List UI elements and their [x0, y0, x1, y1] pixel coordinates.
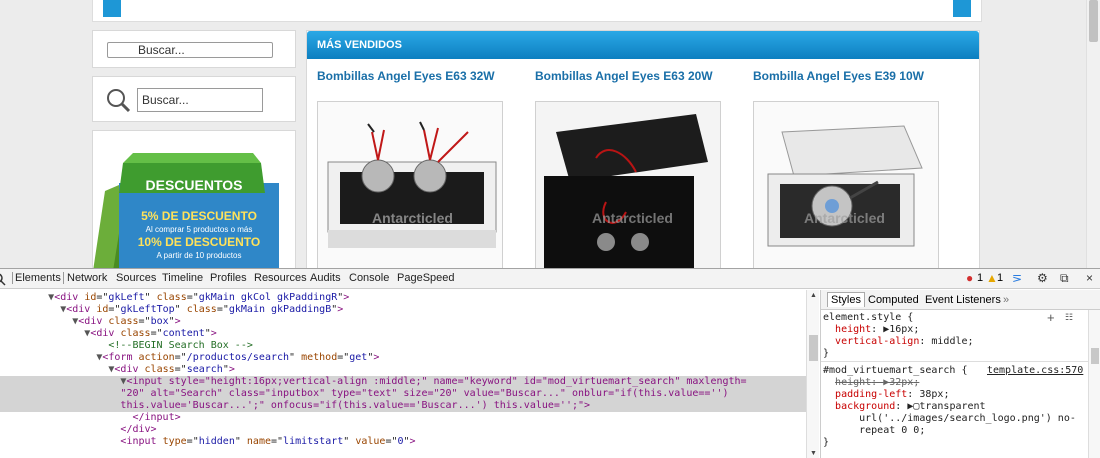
- search-icon: [107, 89, 131, 113]
- tab-network[interactable]: Network: [67, 272, 107, 284]
- dom-node[interactable]: ▼<div id="gkLeft" class="gkMain gkCol gk…: [0, 292, 806, 304]
- product-image[interactable]: Antarcticled: [535, 101, 721, 268]
- image-watermark: Antarcticled: [592, 210, 673, 226]
- web-page: Buscar... Buscar... DESCUENTOS 5% DE DES…: [0, 0, 1100, 268]
- scroll-down-arrow-icon[interactable]: ▼: [810, 450, 817, 457]
- style-prop-height[interactable]: height: ▶16px;: [823, 324, 919, 336]
- tab-sources[interactable]: Sources: [116, 272, 156, 284]
- top-banner-strip: [92, 0, 982, 22]
- styles-scrollbar-thumb[interactable]: [1091, 348, 1099, 364]
- dom-node-selected[interactable]: "20" alt="Search" class="inputbox" type=…: [0, 388, 806, 400]
- dom-node-selected[interactable]: ▼<input style="height:16px;vertical-alig…: [0, 376, 806, 388]
- product-image[interactable]: Antarcticled: [317, 101, 503, 268]
- error-count[interactable]: 1: [977, 272, 983, 284]
- dom-node[interactable]: </div>: [0, 424, 806, 436]
- elements-scrollbar-thumb[interactable]: [809, 335, 818, 361]
- promo-line-2: Al comprar 5 productos o más: [145, 225, 253, 234]
- promo-line-3: 10% DE DESCUENTO: [137, 235, 261, 249]
- drawer-toggle-icon[interactable]: ⋝: [1012, 271, 1022, 285]
- error-icon[interactable]: ●: [966, 271, 973, 285]
- close-devtools-icon[interactable]: ×: [1086, 271, 1093, 285]
- style-prop-vertical-align[interactable]: vertical-align: middle;: [823, 336, 974, 348]
- banner-square-left: [103, 0, 121, 17]
- product-card[interactable]: Bombillas Angel Eyes E63 20W Antarcticle…: [535, 69, 745, 268]
- dom-node[interactable]: </input>: [0, 412, 806, 424]
- rule-prop-height[interactable]: height: ▶32px;: [823, 377, 919, 389]
- search-box-2: Buscar...: [92, 76, 296, 122]
- element-style-selector: element.style {: [823, 312, 914, 323]
- tab-pagespeed[interactable]: PageSpeed: [397, 272, 455, 284]
- dom-node[interactable]: <input type="hidden" name="limitstart" v…: [0, 436, 806, 448]
- search-box-1: Buscar...: [92, 30, 296, 68]
- banner-square-right: [953, 0, 971, 17]
- tab-profiles[interactable]: Profiles: [210, 272, 247, 284]
- product-title[interactable]: Bombillas Angel Eyes E63 20W: [535, 69, 745, 83]
- best-sellers-module: MÁS VENDIDOS Bombillas Angel Eyes E63 32…: [306, 30, 980, 268]
- product-card[interactable]: Bombillas Angel Eyes E63 32W Antarcticle…: [317, 69, 527, 268]
- dom-node[interactable]: ▼<form action="/productos/search" method…: [0, 352, 806, 364]
- rule-prop-background-cont-2: repeat 0 0;: [859, 425, 926, 436]
- product-title[interactable]: Bombilla Angel Eyes E39 10W: [753, 69, 963, 83]
- tab-computed[interactable]: Computed: [868, 294, 919, 306]
- styles-scrollbar[interactable]: [1088, 310, 1100, 458]
- styles-sidebar-tabs: Styles Computed Event Listeners »: [821, 290, 1100, 310]
- promo-title: DESCUENTOS: [145, 177, 243, 193]
- page-scrollbar[interactable]: [1086, 0, 1100, 268]
- devtools-panel: Elements Network Sources Timeline Profil…: [0, 268, 1100, 458]
- dom-node[interactable]: <!--BEGIN Search Box -->: [0, 340, 806, 352]
- page-scrollbar-thumb[interactable]: [1089, 0, 1098, 42]
- dock-side-icon[interactable]: ⧉: [1060, 271, 1069, 286]
- image-watermark: Antarcticled: [372, 210, 453, 226]
- settings-gear-icon[interactable]: ⚙: [1037, 271, 1048, 285]
- rule-selector: #mod_virtuemart_search {: [823, 365, 968, 376]
- elements-scrollbar[interactable]: ▲ ▼: [806, 290, 819, 458]
- tab-resources[interactable]: Resources: [254, 272, 307, 284]
- dom-node[interactable]: ▼<div class="content">: [0, 328, 806, 340]
- rule-prop-background[interactable]: background: ▶▢transparent: [823, 401, 986, 413]
- rule-close-brace: }: [823, 348, 830, 359]
- devtools-toolbar: Elements Network Sources Timeline Profil…: [0, 269, 1100, 289]
- search-input-1[interactable]: Buscar...: [107, 42, 273, 58]
- product-image[interactable]: Antarcticled: [753, 101, 939, 268]
- tab-elements[interactable]: Elements: [12, 272, 64, 284]
- tab-timeline[interactable]: Timeline: [162, 272, 203, 284]
- add-rule-icon[interactable]: +: [1047, 310, 1055, 325]
- dom-node[interactable]: ▼<div class="box">: [0, 316, 806, 328]
- dom-node[interactable]: ▼<div id="gkLeftTop" class="gkMain gkPad…: [0, 304, 806, 316]
- rule-source-link[interactable]: template.css:570: [987, 365, 1083, 377]
- tab-console[interactable]: Console: [349, 272, 389, 284]
- product-title[interactable]: Bombillas Angel Eyes E63 32W: [317, 69, 527, 83]
- dom-node-selected[interactable]: this.value='Buscar...';" onfocus="if(thi…: [0, 400, 806, 412]
- rule-close-brace: }: [823, 437, 830, 448]
- rule-prop-padding-left[interactable]: padding-left: 38px;: [823, 389, 949, 401]
- inspect-search-icon[interactable]: [0, 272, 6, 286]
- tab-event-listeners[interactable]: Event Listeners: [925, 294, 1001, 306]
- tab-more-chevron[interactable]: »: [1003, 294, 1009, 306]
- tab-styles[interactable]: Styles: [827, 292, 865, 307]
- best-sellers-header: MÁS VENDIDOS: [307, 31, 979, 59]
- promo-line-4: A partir de 10 productos: [156, 251, 242, 260]
- rule-prop-background-cont-1: url('../images/search_logo.png') no-: [859, 413, 1076, 424]
- search-input-2[interactable]: Buscar...: [137, 88, 263, 112]
- image-watermark: Antarcticled: [804, 210, 885, 226]
- rule-divider: [821, 361, 1089, 362]
- dom-node[interactable]: ▼<div class="search">: [0, 364, 806, 376]
- toggle-state-icon[interactable]: ☷: [1065, 312, 1073, 323]
- promo-line-1: 5% DE DESCUENTO: [141, 209, 257, 223]
- styles-sidebar: Styles Computed Event Listeners » elemen…: [820, 290, 1100, 458]
- warning-count[interactable]: 1: [997, 272, 1003, 284]
- tab-audits[interactable]: Audits: [310, 272, 341, 284]
- scroll-up-arrow-icon[interactable]: ▲: [810, 292, 817, 299]
- elements-dom-tree[interactable]: ▼<div id="gkLeft" class="gkMain gkCol gk…: [0, 290, 806, 458]
- product-card[interactable]: Bombilla Angel Eyes E39 10W Antarcticled: [753, 69, 963, 268]
- discount-promo-banner[interactable]: DESCUENTOS 5% DE DESCUENTO Al comprar 5 …: [92, 130, 296, 268]
